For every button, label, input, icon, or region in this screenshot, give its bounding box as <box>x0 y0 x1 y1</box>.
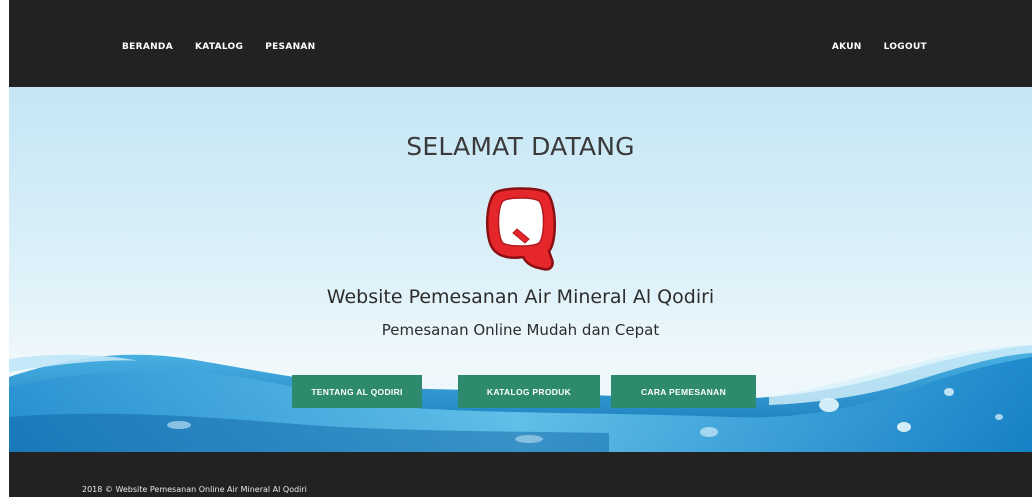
top-navbar: BERANDA KATALOG PESANAN AKUN LOGOUT <box>9 0 1032 87</box>
hero-banner: SELAMAT DATANG Website Pemesanan Air Min… <box>9 87 1032 452</box>
nav-link-pesanan[interactable]: PESANAN <box>265 41 315 53</box>
q-logo-icon <box>486 187 557 271</box>
nav-right-menu: AKUN LOGOUT <box>832 41 927 53</box>
tentang-al-qodiri-button[interactable]: TENTANG AL QODIRI <box>292 375 422 408</box>
nav-left-menu: BERANDA KATALOG PESANAN <box>122 41 316 53</box>
hero-tagline: Pemesanan Online Mudah dan Cepat <box>381 321 660 339</box>
nav-link-logout[interactable]: LOGOUT <box>884 41 927 53</box>
nav-link-beranda[interactable]: BERANDA <box>122 41 173 53</box>
hero-subtitle: Website Pemesanan Air Mineral Al Qodiri <box>326 286 715 308</box>
hero-title: SELAMAT DATANG <box>406 132 635 161</box>
nav-link-akun[interactable]: AKUN <box>832 41 862 53</box>
footer-copyright: 2018 © Website Pemesanan Online Air Mine… <box>82 485 307 494</box>
cara-pemesanan-button[interactable]: CARA PEMESANAN <box>611 375 756 408</box>
nav-link-katalog[interactable]: KATALOG <box>195 41 243 53</box>
katalog-produk-button[interactable]: KATALOG PRODUK <box>458 375 600 408</box>
footer: 2018 © Website Pemesanan Online Air Mine… <box>9 452 1032 497</box>
